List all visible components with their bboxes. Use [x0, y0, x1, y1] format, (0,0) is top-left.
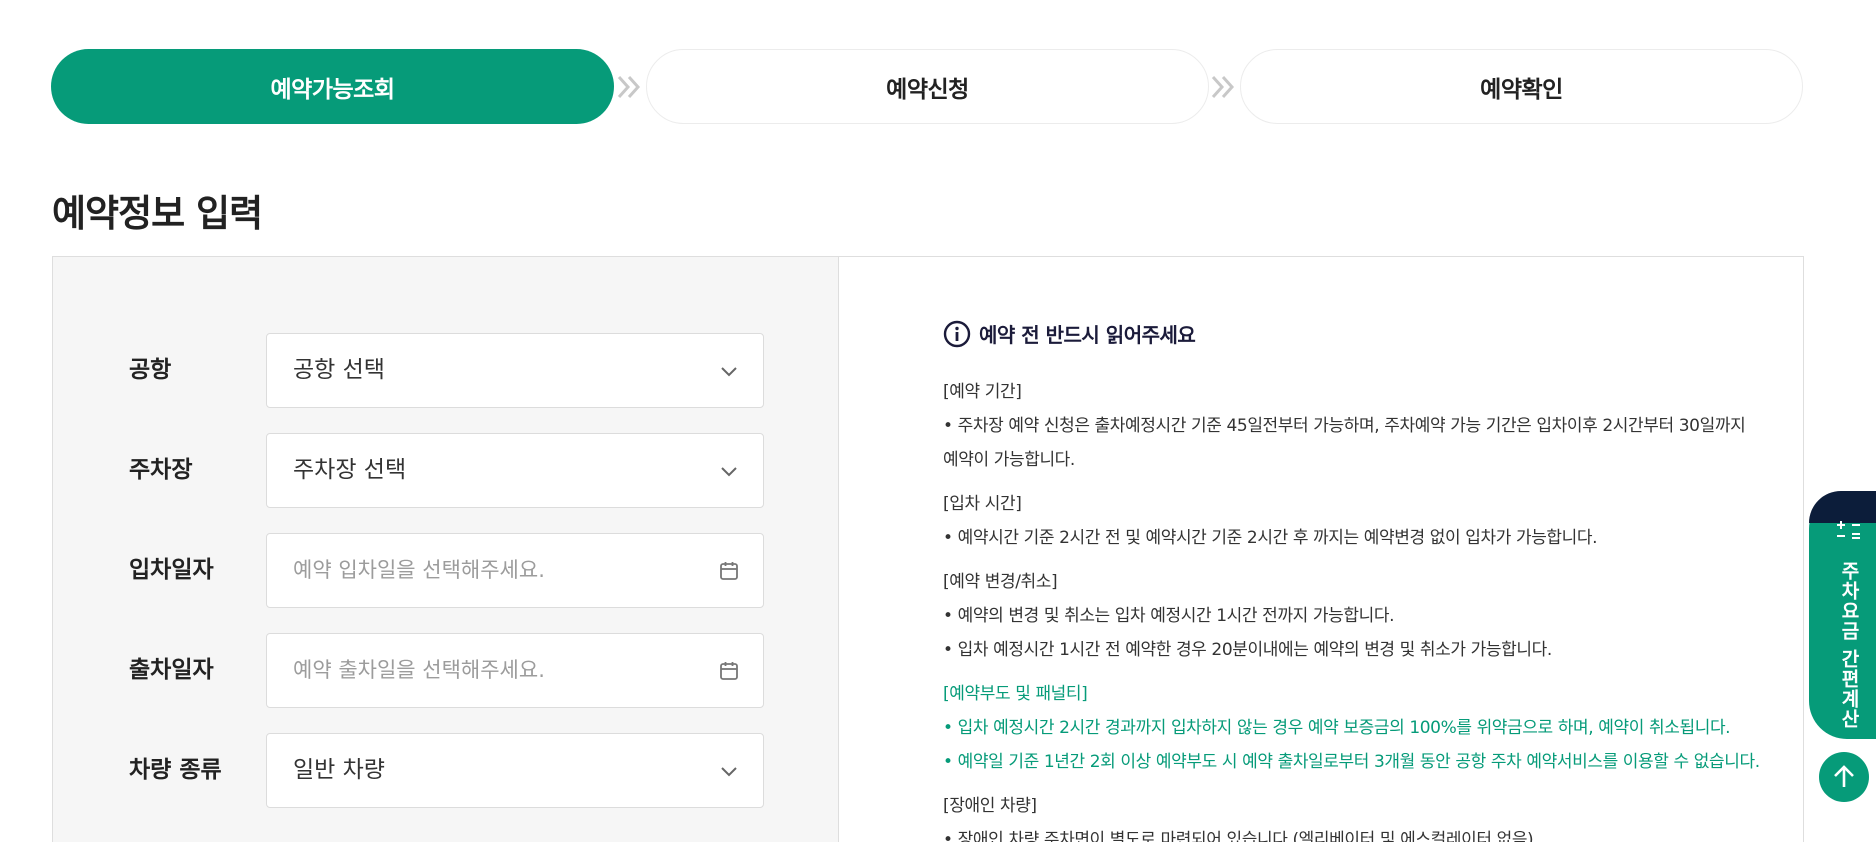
airport-select[interactable]: 공항 선택 — [266, 333, 764, 408]
notice-title: 예약 전 반드시 읽어주세요 — [979, 323, 1196, 347]
calendar-icon[interactable] — [717, 659, 741, 683]
airport-select-value: 공항 선택 — [293, 357, 385, 383]
reservation-steps: 예약가능조회 예약신청 예약확인 — [51, 49, 1803, 124]
arrow-up-icon — [1834, 765, 1854, 787]
entry-date-row: 입차일자 예약 입차일을 선택해주세요. — [53, 533, 839, 608]
airport-label: 공항 — [129, 357, 172, 383]
notice-line: • 주차장 예약 신청은 출차예정시간 기준 45일전부터 가능하며, 주차예약… — [943, 416, 1746, 436]
exit-date-row: 출차일자 예약 출차일을 선택해주세요. — [53, 633, 839, 708]
vehicle-type-row: 차량 종류 일반 차량 — [53, 733, 839, 808]
step-confirmation[interactable]: 예약확인 — [1240, 49, 1803, 124]
vehicle-type-select[interactable]: 일반 차량 — [266, 733, 764, 808]
notice-section-period: [예약 기간] • 주차장 예약 신청은 출차예정시간 기준 45일전부터 가능… — [943, 375, 1843, 477]
page-title: 예약정보 입력 — [52, 192, 263, 235]
notice-line: 예약이 가능합니다. — [943, 450, 1075, 470]
exit-date-placeholder: 예약 출차일을 선택해주세요. — [293, 658, 545, 682]
notice-line: • 장애인 차량 주차면이 별도로 마련되어 있습니다.(엘리베이터 및 에스컬… — [943, 830, 1534, 842]
notice-section-change-cancel: [예약 변경/취소] • 예약의 변경 및 취소는 입차 예정시간 1시간 전까… — [943, 565, 1843, 667]
notice-line: • 예약일 기준 1년간 2회 이상 예약부도 시 예약 출차일로부터 3개월 … — [943, 752, 1760, 772]
notice-panel: 예약 전 반드시 읽어주세요 [예약 기간] • 주차장 예약 신청은 출차예정… — [840, 257, 1803, 842]
parking-fee-calculator-button[interactable]: 주차요금 간편계산 — [1809, 491, 1876, 739]
vehicle-type-label: 차량 종류 — [129, 757, 222, 783]
notice-section-title: [예약 변경/취소] — [943, 572, 1058, 592]
entry-date-input[interactable]: 예약 입차일을 선택해주세요. — [266, 533, 764, 608]
notice-section-entry-time: [입차 시간] • 예약시간 기준 2시간 전 및 예약시간 기준 2시간 후 … — [943, 487, 1843, 555]
vehicle-type-value: 일반 차량 — [293, 757, 385, 783]
notice-section-title: [입차 시간] — [943, 494, 1022, 514]
notice-section-disabled-vehicle: [장애인 차량] • 장애인 차량 주차면이 별도로 마련되어 있습니다.(엘리… — [943, 789, 1843, 842]
reservation-form: 공항 공항 선택 주차장 주차장 선택 입차일자 예약 입차일을 선택해주세요. — [53, 257, 839, 842]
calculator-label: 주차요금 간편계산 — [1838, 561, 1860, 729]
notice-line: • 예약시간 기준 2시간 전 및 예약시간 기준 2시간 후 까지는 예약변경… — [943, 528, 1598, 548]
double-chevron-right-icon — [1211, 75, 1235, 99]
parking-select[interactable]: 주차장 선택 — [266, 433, 764, 508]
notice-section-title: [예약부도 및 패널티] — [943, 684, 1088, 704]
entry-date-label: 입차일자 — [129, 557, 214, 583]
notice-section-penalty: [예약부도 및 패널티] • 입차 예정시간 2시간 경과까지 입차하지 않는 … — [943, 677, 1843, 779]
parking-select-value: 주차장 선택 — [293, 457, 407, 483]
notice-line: • 예약의 변경 및 취소는 입차 예정시간 1시간 전까지 가능합니다. — [943, 606, 1395, 626]
notice-section-title: [장애인 차량] — [943, 796, 1037, 816]
notice-body: [예약 기간] • 주차장 예약 신청은 출차예정시간 기준 45일전부터 가능… — [943, 375, 1843, 842]
step-availability[interactable]: 예약가능조회 — [51, 49, 614, 124]
calculator-icon — [1837, 521, 1860, 539]
notice-section-title: [예약 기간] — [943, 382, 1022, 402]
scroll-to-top-button[interactable] — [1819, 752, 1869, 802]
chevron-down-icon — [721, 367, 737, 377]
double-chevron-right-icon — [617, 75, 641, 99]
step-application[interactable]: 예약신청 — [646, 49, 1209, 124]
parking-label: 주차장 — [129, 457, 193, 483]
chevron-down-icon — [721, 467, 737, 477]
chevron-down-icon — [721, 767, 737, 777]
exit-date-input[interactable]: 예약 출차일을 선택해주세요. — [266, 633, 764, 708]
exit-date-label: 출차일자 — [129, 657, 214, 683]
reservation-panel: 공항 공항 선택 주차장 주차장 선택 입차일자 예약 입차일을 선택해주세요. — [52, 256, 1804, 842]
parking-row: 주차장 주차장 선택 — [53, 433, 839, 508]
entry-date-placeholder: 예약 입차일을 선택해주세요. — [293, 558, 545, 582]
calendar-icon[interactable] — [717, 559, 741, 583]
notice-header: 예약 전 반드시 읽어주세요 — [943, 319, 1196, 348]
notice-line: • 입차 예정시간 1시간 전 예약한 경우 20분이내에는 예약의 변경 및 … — [943, 640, 1552, 660]
info-icon — [943, 320, 971, 347]
notice-line: • 입차 예정시간 2시간 경과까지 입차하지 않는 경우 예약 보증금의 10… — [943, 718, 1731, 738]
airport-row: 공항 공항 선택 — [53, 333, 839, 408]
